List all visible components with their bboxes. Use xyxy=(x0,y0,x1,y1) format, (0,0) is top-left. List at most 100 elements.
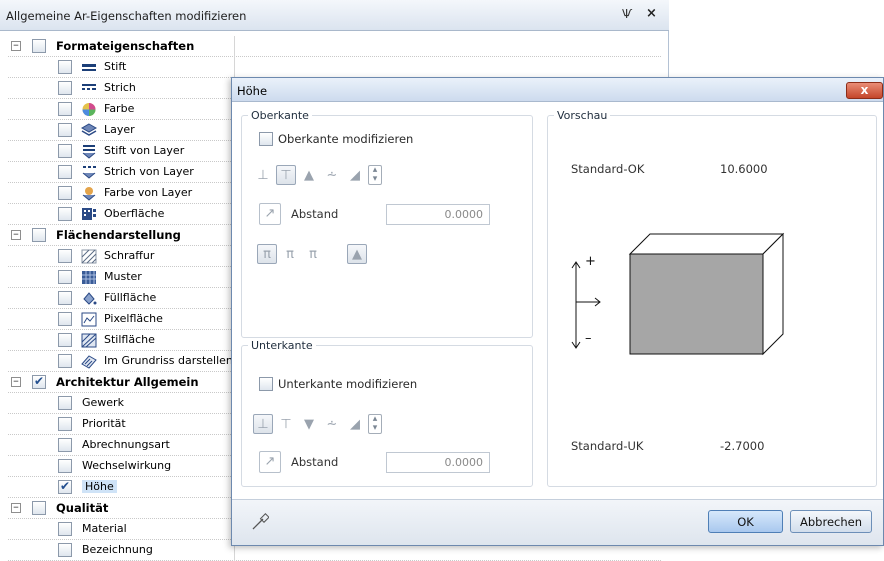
collapse-icon[interactable]: − xyxy=(11,230,21,240)
oberkante-checkbox-label: Oberkante modifizieren xyxy=(278,132,414,146)
uk-slope-icon[interactable]: ◢ xyxy=(345,414,365,434)
cancel-button[interactable]: Abbrechen xyxy=(790,510,872,533)
unterkante-abstand-row: ↗ Abstand xyxy=(259,451,490,473)
unterkante-checkbox-box[interactable] xyxy=(259,377,273,391)
row-label: Formateigenschaften xyxy=(56,39,195,53)
profile-open-icon[interactable]: π xyxy=(303,244,323,264)
ok-spin-icon[interactable]: ▴ ▾ xyxy=(368,165,382,185)
row-checkbox[interactable] xyxy=(58,459,72,473)
row-checkbox[interactable] xyxy=(58,291,72,305)
abstand-pick-icon[interactable]: ↗ xyxy=(259,203,281,225)
row-label: Material xyxy=(82,522,127,535)
surface-icon xyxy=(81,207,97,222)
dialog-close-button[interactable]: x xyxy=(846,82,883,99)
dialog-footer: OK Abbrechen xyxy=(232,499,883,545)
collapse-icon[interactable]: − xyxy=(11,41,21,51)
row-checkbox[interactable] xyxy=(58,522,72,536)
height-dialog: Höhe x Oberkante Oberkante modifizieren … xyxy=(231,77,884,546)
uk-relative-bottom-icon[interactable]: ⊥ xyxy=(253,414,273,434)
color-from-layer-icon xyxy=(81,186,97,201)
unterkante-abstand-label: Abstand xyxy=(291,455,339,469)
row-label: Pixelfläche xyxy=(104,312,163,325)
pixel-surface-icon xyxy=(81,312,97,327)
uk-abstand-pick-icon[interactable]: ↗ xyxy=(259,451,281,473)
profile-half-icon[interactable]: π xyxy=(280,244,300,264)
row-checkbox[interactable] xyxy=(58,102,72,116)
row-label: Füllfläche xyxy=(104,291,157,304)
row-checkbox[interactable] xyxy=(58,543,72,557)
row-checkbox[interactable] xyxy=(58,186,72,200)
unterkante-mode-toolbar: ⊥ ⊤ ▼ ⩪ ◢ ▴ ▾ xyxy=(253,414,382,434)
eyedropper-icon[interactable] xyxy=(251,513,269,531)
oberkante-checkbox-box[interactable] xyxy=(259,132,273,146)
unterkante-abstand-input[interactable] xyxy=(386,451,490,473)
ok-level-icon[interactable]: ⩪ xyxy=(322,165,342,185)
row-checkbox[interactable] xyxy=(58,60,72,74)
vorschau-legend: Vorschau xyxy=(557,109,608,122)
unterkante-modify-checkbox[interactable]: Unterkante modifizieren xyxy=(259,377,417,391)
collapse-icon[interactable]: − xyxy=(11,503,21,513)
style-surface-icon xyxy=(81,333,97,348)
row-label: Höhe xyxy=(82,480,117,493)
close-icon[interactable]: × xyxy=(646,6,657,21)
row-label: Wechselwirkung xyxy=(82,459,172,472)
row-label: Oberfläche xyxy=(104,207,165,220)
row-checkbox[interactable] xyxy=(58,270,72,284)
row-checkbox[interactable] xyxy=(58,123,72,137)
row-label: Farbe xyxy=(104,102,135,115)
height-compute-icon[interactable]: ▲ xyxy=(347,244,367,264)
row-checkbox[interactable] xyxy=(58,479,72,494)
fill-icon xyxy=(81,291,97,306)
row-label: Stilfläche xyxy=(104,333,155,346)
row-label: Layer xyxy=(104,123,135,136)
row-label: Stift von Layer xyxy=(104,144,185,157)
row-checkbox[interactable] xyxy=(32,374,46,389)
row-checkbox[interactable] xyxy=(58,333,72,347)
uk-level-icon[interactable]: ⩪ xyxy=(322,414,342,434)
row-label: Abrechnungsart xyxy=(82,438,170,451)
palette-titlebar: Allgemeine Ar-Eigenschaften modifizieren… xyxy=(0,0,669,31)
palette-title: Allgemeine Ar-Eigenschaften modifizieren xyxy=(6,9,247,23)
plan-view-icon xyxy=(81,354,97,369)
row-checkbox[interactable] xyxy=(58,144,72,158)
standard-ok-value: 10.6000 xyxy=(720,162,768,176)
row-checkbox[interactable] xyxy=(58,417,72,431)
row-label: Architektur Allgemein xyxy=(56,375,199,389)
ok-slope-icon[interactable]: ◢ xyxy=(345,165,365,185)
hatching-icon xyxy=(81,249,97,264)
row-checkbox[interactable] xyxy=(58,81,72,95)
ok-button[interactable]: OK xyxy=(708,510,783,533)
property-group-row[interactable]: − Formateigenschaften xyxy=(8,36,661,57)
uk-relative-top-icon[interactable]: ⊤ xyxy=(276,414,296,434)
row-label: Bezeichnung xyxy=(82,543,153,556)
pen-icon xyxy=(81,60,97,75)
preview-plus: + xyxy=(585,254,596,269)
oberkante-modify-checkbox[interactable]: Oberkante modifizieren xyxy=(259,132,413,146)
row-checkbox[interactable] xyxy=(58,396,72,410)
oberkante-abstand-input[interactable] xyxy=(386,203,490,225)
property-row[interactable]: Stift xyxy=(8,57,661,78)
row-checkbox[interactable] xyxy=(58,354,72,368)
row-label: Strich xyxy=(104,81,136,94)
ok-roof-icon[interactable]: ▲ xyxy=(299,165,319,185)
ok-relative-bottom-icon[interactable]: ⊥ xyxy=(253,165,273,185)
uk-roof-icon[interactable]: ▼ xyxy=(299,414,319,434)
row-checkbox[interactable] xyxy=(58,207,72,221)
row-checkbox[interactable] xyxy=(58,165,72,179)
oberkante-mode-toolbar: ⊥ ⊤ ▲ ⩪ ◢ ▴ ▾ xyxy=(253,165,382,185)
standard-ok-label: Standard-OK xyxy=(571,162,645,176)
profile-full-icon[interactable]: π xyxy=(257,244,277,264)
pin-icon[interactable]: Ѱ xyxy=(622,7,632,21)
row-checkbox[interactable] xyxy=(58,312,72,326)
row-checkbox[interactable] xyxy=(32,228,46,242)
row-checkbox[interactable] xyxy=(32,501,46,515)
uk-spin-icon[interactable]: ▴ ▾ xyxy=(368,414,382,434)
preview-minus: – xyxy=(585,331,592,346)
oberkante-abstand-label: Abstand xyxy=(291,207,339,221)
row-checkbox[interactable] xyxy=(58,249,72,263)
row-checkbox[interactable] xyxy=(58,438,72,452)
row-label: Priorität xyxy=(82,417,126,430)
collapse-icon[interactable]: − xyxy=(11,377,21,387)
row-checkbox[interactable] xyxy=(32,39,46,53)
ok-relative-top-icon[interactable]: ⊤ xyxy=(276,165,296,185)
